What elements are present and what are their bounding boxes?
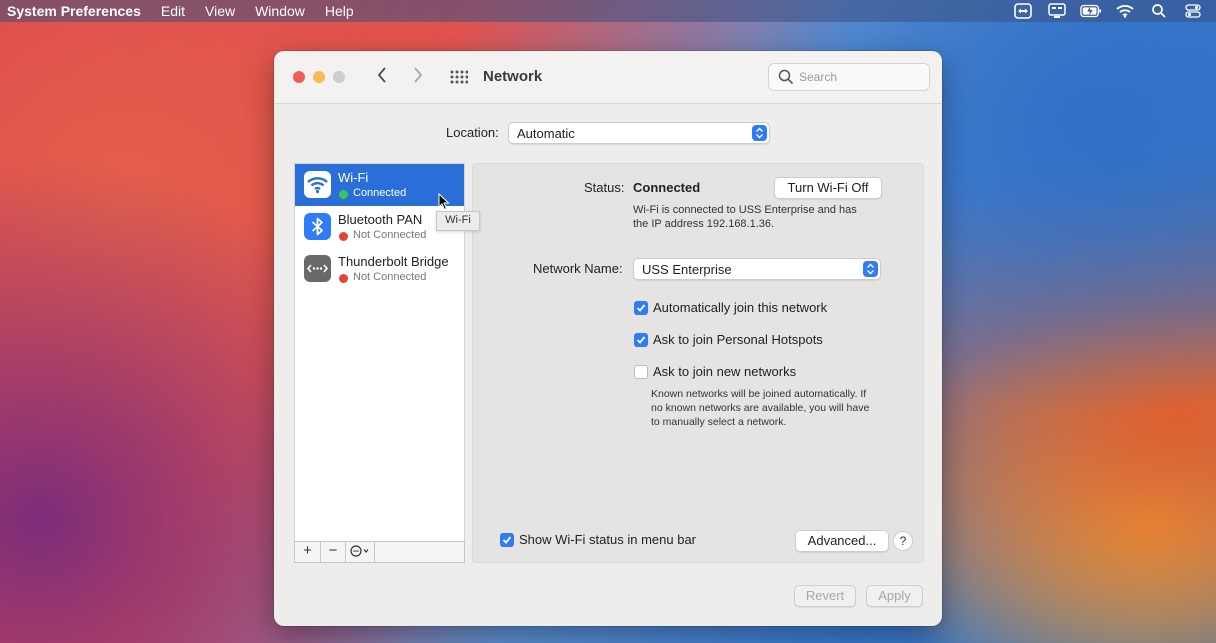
minimize-button[interactable]	[313, 71, 325, 83]
turn-wifi-off-button[interactable]: Turn Wi-Fi Off	[774, 177, 882, 199]
close-button[interactable]	[293, 71, 305, 83]
thunderbolt-bridge-icon	[304, 255, 331, 282]
wifi-icon[interactable]	[1114, 3, 1136, 19]
menu-view[interactable]: View	[205, 3, 235, 19]
window-titlebar: Network Search	[274, 51, 942, 104]
advanced-button[interactable]: Advanced...	[795, 530, 889, 552]
location-label: Location:	[446, 125, 499, 140]
apply-button[interactable]: Apply	[866, 585, 923, 607]
search-placeholder: Search	[799, 70, 838, 84]
screen-mirror-icon[interactable]	[1046, 3, 1068, 19]
action-menu-button[interactable]	[346, 542, 375, 562]
checkmark-icon	[502, 536, 512, 544]
zoom-button[interactable]	[333, 71, 345, 83]
new-networks-label[interactable]: Ask to join new networks	[653, 364, 796, 379]
add-service-button[interactable]: +	[295, 542, 321, 562]
new-networks-checkbox[interactable]	[634, 365, 648, 379]
revert-button[interactable]: Revert	[794, 585, 856, 607]
new-networks-desc-line3: to manually select a network.	[651, 416, 787, 428]
auto-join-label[interactable]: Automatically join this network	[653, 300, 827, 315]
show-wifi-status-checkbox[interactable]	[500, 533, 514, 547]
search-field[interactable]: Search	[768, 63, 930, 91]
service-list-toolbar: + −	[294, 541, 465, 563]
status-dot-icon	[339, 232, 348, 241]
network-name-label: Network Name:	[533, 261, 623, 276]
status-dot-icon	[339, 190, 348, 199]
menu-window[interactable]: Window	[255, 3, 305, 19]
menu-app-name[interactable]: System Preferences	[7, 3, 141, 19]
window-title: Network	[483, 68, 543, 85]
spotlight-icon[interactable]	[1148, 3, 1170, 19]
service-status: Not Connected	[353, 271, 427, 283]
menu-help[interactable]: Help	[325, 3, 354, 19]
new-networks-desc-line1: Known networks will be joined automatica…	[651, 388, 867, 400]
mouse-pointer-icon	[438, 192, 450, 216]
search-icon	[778, 69, 794, 85]
service-status: Connected	[353, 187, 407, 199]
back-button[interactable]	[372, 66, 392, 90]
network-name-select[interactable]: USS Enterprise	[633, 258, 881, 280]
show-all-button[interactable]	[450, 70, 469, 84]
status-description-line2: the IP address 192.168.1.36.	[633, 218, 775, 230]
status-value: Connected	[633, 180, 701, 195]
status-dot-icon	[339, 274, 348, 283]
show-wifi-status-label[interactable]: Show Wi-Fi status in menu bar	[519, 532, 696, 547]
location-value: Automatic	[517, 126, 575, 141]
menu-bar: System Preferences Edit View Window Help	[0, 0, 1216, 22]
personal-hotspots-checkbox[interactable]	[634, 333, 648, 347]
select-stepper-icon	[752, 125, 767, 141]
forward-button[interactable]	[408, 66, 428, 90]
chevron-left-icon	[377, 67, 386, 83]
location-select[interactable]: Automatic	[508, 122, 770, 144]
status-label: Status:	[584, 180, 625, 195]
checkmark-icon	[636, 304, 646, 312]
service-name: Bluetooth PAN	[338, 212, 423, 227]
wifi-service-icon	[304, 171, 331, 198]
chevron-right-icon	[414, 67, 423, 83]
action-gear-icon	[350, 545, 369, 557]
wifi-detail-panel: Status: Connected Turn Wi-Fi Off Wi-Fi i…	[472, 163, 924, 563]
service-status: Not Connected	[353, 229, 427, 241]
menu-edit[interactable]: Edit	[161, 3, 185, 19]
control-center-icon[interactable]	[1182, 3, 1204, 19]
help-button[interactable]: ?	[893, 531, 913, 551]
grid-icon	[450, 70, 469, 84]
service-item-thunderbolt-bridge[interactable]: Thunderbolt Bridge Not Connected	[295, 248, 464, 290]
service-name: Wi-Fi	[338, 170, 369, 185]
new-networks-desc-line2: no known networks are available, you wil…	[651, 402, 870, 414]
battery-icon[interactable]	[1080, 3, 1102, 19]
bluetooth-icon	[304, 213, 331, 240]
teamviewer-icon[interactable]	[1012, 3, 1034, 19]
network-name-value: USS Enterprise	[642, 262, 732, 277]
remove-service-button[interactable]: −	[321, 542, 346, 562]
checkmark-icon	[636, 336, 646, 344]
select-stepper-icon	[863, 261, 878, 277]
status-description-line1: Wi-Fi is connected to USS Enterprise and…	[633, 204, 857, 216]
personal-hotspots-label[interactable]: Ask to join Personal Hotspots	[653, 332, 823, 347]
network-preferences-window: Network Search Location: Automatic Wi-Fi…	[274, 51, 942, 626]
service-name: Thunderbolt Bridge	[338, 254, 449, 269]
auto-join-checkbox[interactable]	[634, 301, 648, 315]
